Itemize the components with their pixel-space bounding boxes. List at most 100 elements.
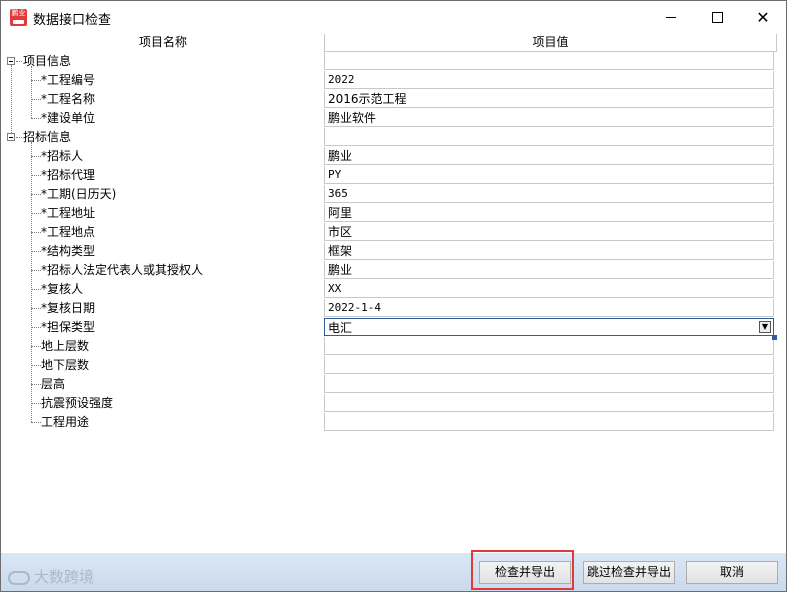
property-label: 层高 bbox=[41, 377, 66, 391]
group-value-cell bbox=[324, 128, 774, 146]
window-title: 数据接口检查 bbox=[33, 13, 112, 28]
property-value-cell[interactable]: 鹏业 bbox=[324, 147, 774, 165]
property-row[interactable]: *担保类型 电汇 ▼ bbox=[3, 318, 775, 337]
property-label: *工期(日历天) bbox=[41, 187, 117, 201]
guarantee-type-select[interactable]: 电汇 ▼ bbox=[324, 318, 774, 336]
property-row[interactable]: *结构类型 框架 bbox=[3, 242, 775, 261]
highlight-box bbox=[471, 550, 574, 590]
property-value-cell[interactable]: 2022 bbox=[324, 71, 774, 89]
maximize-button[interactable] bbox=[694, 1, 740, 33]
property-row[interactable]: *工程地址 阿里 bbox=[3, 204, 775, 223]
property-value: 365 bbox=[328, 187, 348, 200]
property-label: *工程编号 bbox=[41, 73, 96, 87]
property-value: 框架 bbox=[328, 244, 353, 258]
property-row[interactable]: *工程地点 市区 bbox=[3, 223, 775, 242]
property-label: *招标人 bbox=[41, 149, 84, 163]
property-value: 鹏业 bbox=[328, 263, 353, 277]
property-row[interactable]: *复核人 XX bbox=[3, 280, 775, 299]
property-value: PY bbox=[328, 168, 342, 181]
property-value-cell[interactable]: 阿里 bbox=[324, 204, 774, 222]
property-row[interactable]: *招标人 鹏业 bbox=[3, 147, 775, 166]
tree-connector bbox=[16, 137, 22, 138]
property-label: 抗震预设强度 bbox=[41, 396, 114, 410]
property-value-cell[interactable]: XX bbox=[324, 280, 774, 298]
property-label: *工程地址 bbox=[41, 206, 96, 220]
tree-connector bbox=[31, 251, 41, 252]
property-value-cell[interactable]: 2022-1-4 bbox=[324, 299, 774, 317]
property-value-cell[interactable] bbox=[324, 413, 774, 431]
property-row[interactable]: 地下层数 bbox=[3, 356, 775, 375]
property-value: 鹏业 bbox=[328, 149, 353, 163]
property-value-cell[interactable]: 鹏业软件 bbox=[324, 109, 774, 127]
watermark-logo-icon bbox=[8, 570, 30, 585]
tree-line bbox=[31, 142, 32, 422]
group-value-cell bbox=[324, 52, 774, 70]
property-label: *招标代理 bbox=[41, 168, 96, 182]
property-row[interactable]: 抗震预设强度 bbox=[3, 394, 775, 413]
collapse-icon[interactable] bbox=[7, 133, 15, 141]
property-value: 2022-1-4 bbox=[328, 301, 381, 314]
property-value-cell[interactable] bbox=[324, 394, 774, 412]
property-value: 2022 bbox=[328, 73, 355, 86]
property-label: *招标人法定代表人或其授权人 bbox=[41, 263, 204, 277]
property-label: 工程用途 bbox=[41, 415, 90, 429]
skip-check-export-button[interactable]: 跳过检查并导出 bbox=[583, 561, 675, 584]
property-value-cell[interactable]: 365 bbox=[324, 185, 774, 203]
column-header-name[interactable]: 项目名称 bbox=[3, 34, 323, 51]
resize-handle[interactable] bbox=[772, 335, 777, 340]
property-label: *复核日期 bbox=[41, 301, 96, 315]
property-value-cell[interactable]: PY bbox=[324, 166, 774, 184]
property-value-cell[interactable] bbox=[324, 356, 774, 374]
tree-connector bbox=[31, 422, 41, 423]
property-value-cell[interactable]: 框架 bbox=[324, 242, 774, 260]
cancel-button[interactable]: 取消 bbox=[686, 561, 778, 584]
property-value-cell[interactable] bbox=[324, 375, 774, 393]
property-value-cell[interactable]: 市区 bbox=[324, 223, 774, 241]
property-label: 地下层数 bbox=[41, 358, 90, 372]
tree-connector bbox=[31, 80, 41, 81]
property-label: *工程地点 bbox=[41, 225, 96, 239]
close-icon: ✕ bbox=[756, 7, 770, 27]
property-row[interactable]: *工程名称 2016示范工程 bbox=[3, 90, 775, 109]
property-value-cell[interactable]: 2016示范工程 bbox=[324, 90, 774, 108]
property-grid: 项目名称 项目值 项目信息 *工程编号 2022 *工程名称 2016示范工程 *建设单位… bbox=[3, 34, 777, 434]
property-label: *建设单位 bbox=[41, 111, 96, 125]
footer-bar: 检查并导出 跳过检查并导出 取消 bbox=[1, 553, 786, 591]
tree-connector bbox=[31, 365, 41, 366]
group-row[interactable]: 招标信息 bbox=[3, 128, 775, 147]
property-value-cell[interactable]: 鹏业 bbox=[324, 261, 774, 279]
tree-connector bbox=[31, 213, 41, 214]
property-value: 市区 bbox=[328, 225, 353, 239]
dialog-window: 鹏业 数据接口检查 ✕ 项目名称 项目值 项目信息 *工程编号 2022 *工程名称 2… bbox=[0, 0, 787, 592]
property-row[interactable]: 层高 bbox=[3, 375, 775, 394]
property-row[interactable]: *工程编号 2022 bbox=[3, 71, 775, 90]
minimize-button[interactable] bbox=[648, 1, 694, 33]
tree-connector bbox=[31, 346, 41, 347]
collapse-icon[interactable] bbox=[7, 57, 15, 65]
tree-connector bbox=[31, 175, 41, 176]
group-row[interactable]: 项目信息 bbox=[3, 52, 775, 71]
property-label: *复核人 bbox=[41, 282, 84, 296]
tree-connector bbox=[31, 270, 41, 271]
watermark: 大数跨境 bbox=[8, 566, 94, 587]
tree-connector bbox=[31, 403, 41, 404]
property-value: 2016示范工程 bbox=[328, 92, 407, 106]
property-row[interactable]: *招标人法定代表人或其授权人 鹏业 bbox=[3, 261, 775, 280]
tree-connector bbox=[31, 194, 41, 195]
property-row[interactable]: 地上层数 bbox=[3, 337, 775, 356]
watermark-text: 大数跨境 bbox=[34, 568, 95, 586]
tree-connector bbox=[31, 327, 41, 328]
property-value: 阿里 bbox=[328, 206, 353, 220]
property-row[interactable]: *招标代理 PY bbox=[3, 166, 775, 185]
property-row[interactable]: 工程用途 bbox=[3, 413, 775, 432]
dropdown-arrow-icon[interactable]: ▼ bbox=[759, 321, 771, 333]
tree-connector bbox=[31, 99, 41, 100]
property-value-cell[interactable] bbox=[324, 337, 774, 355]
close-button[interactable]: ✕ bbox=[740, 1, 786, 33]
property-row[interactable]: *工期(日历天) 365 bbox=[3, 185, 775, 204]
column-header-value[interactable]: 项目值 bbox=[324, 34, 777, 52]
tree-connector bbox=[31, 289, 41, 290]
property-row[interactable]: *建设单位 鹏业软件 bbox=[3, 109, 775, 128]
property-row[interactable]: *复核日期 2022-1-4 bbox=[3, 299, 775, 318]
property-value: 鹏业软件 bbox=[328, 111, 377, 125]
